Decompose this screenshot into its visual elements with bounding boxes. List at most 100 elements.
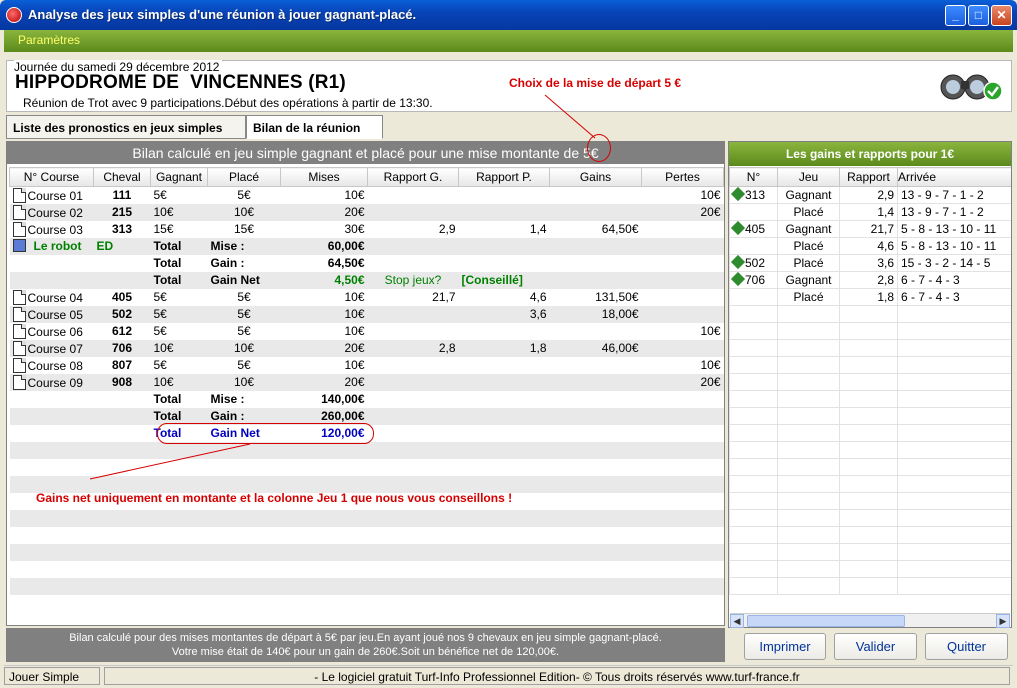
empty-cell [367,560,459,578]
bilan-row[interactable]: Course 01 111 5€ 5€ 10€ 10€ [9,186,724,204]
window-title: Analyse des jeux simples d'une réunion à… [28,7,417,22]
bilan-row[interactable]: Course 07 706 10€ 10€ 20€ 2,8 1,8 46,00€ [9,339,724,357]
total-label-cell: Total [150,390,208,408]
col-course[interactable]: N° Course [9,167,94,187]
col-rapport-g[interactable]: Rapport G. [367,167,459,187]
empty-cell [641,509,724,527]
total-value-cell: 60,00€ [280,237,368,255]
empty-cell [280,526,368,544]
close-button[interactable]: ✕ [991,5,1012,26]
num-cell [729,237,778,255]
bilan-panel: Bilan calculé en jeu simple gagnant et p… [6,141,725,626]
bilan-row[interactable]: Course 05 502 5€ 5€ 10€ 3,6 18,00€ [9,305,724,323]
empty-cell [93,560,151,578]
rapport-row[interactable]: 405 Gagnant 21,7 5 - 8 - 13 - 10 - 11 [729,220,1011,238]
empty-cell [549,407,642,425]
empty-cell [93,475,151,493]
place-cell: 5€ [207,356,281,374]
empty-cell [729,424,778,442]
col-cheval[interactable]: Cheval [93,167,151,187]
scroll-thumb[interactable] [747,615,905,627]
scroll-right-icon[interactable]: ▶ [996,614,1010,628]
empty-cell [549,509,642,527]
pertes-cell: 20€ [641,373,724,391]
empty-cell [839,373,898,391]
col-place[interactable]: Placé [207,167,281,187]
bilan-header-row: N° Course Cheval Gagnant Placé Mises Rap… [9,167,724,187]
empty-cell [897,407,1011,425]
empty-row [729,458,1011,476]
winner-icon [730,187,746,202]
col-rapport-p[interactable]: Rapport P. [458,167,550,187]
document-icon [12,306,26,322]
validate-button[interactable]: Valider [834,633,917,660]
col-gagnant[interactable]: Gagnant [150,167,208,187]
total-value-cell: 140,00€ [280,390,368,408]
rapport-cell: 2,9 [839,186,898,204]
bilan-grid[interactable]: N° Course Cheval Gagnant Placé Mises Rap… [9,167,724,612]
annotation-circle-total [157,423,374,444]
bilan-row[interactable]: Le robot ED Total Mise :60,00€ [9,237,724,255]
empty-cell [549,254,642,272]
horizontal-scrollbar[interactable]: ◀ ▶ [730,613,1010,628]
num-label: 405 [745,222,766,236]
col-mises[interactable]: Mises [280,167,368,187]
rapports-grid[interactable]: N° Jeu Rapport Arrivée 313 Gagnant 2,9 13 -… [729,167,1011,612]
rapport-row[interactable]: 313 Gagnant 2,9 13 - 9 - 7 - 1 - 2 [729,186,1011,204]
empty-cell [93,271,151,289]
rapport-row[interactable]: Placé 1,8 6 - 7 - 4 - 3 [729,288,1011,306]
col-jeu[interactable]: Jeu [777,167,840,187]
course-cell: Course 04 [9,288,94,306]
menu-bar: Paramètres [4,30,1013,52]
rapport-row[interactable]: Placé 1,4 13 - 9 - 7 - 1 - 2 [729,203,1011,221]
total-value-cell: 64,50€ [280,254,368,272]
empty-cell [549,441,642,459]
bilan-row[interactable]: Course 09 908 10€ 10€ 20€ 20€ [9,373,724,391]
col-num[interactable]: N° [729,167,778,187]
bilan-row[interactable]: Course 08 807 5€ 5€ 10€ 10€ [9,356,724,374]
empty-cell [777,373,840,391]
menu-parametres[interactable]: Paramètres [18,33,80,47]
col-gains[interactable]: Gains [549,167,642,187]
annotation-mise: Choix de la mise de départ 5 € [509,76,682,90]
col-rapport[interactable]: Rapport [839,167,898,187]
print-button[interactable]: Imprimer [744,633,826,660]
rapport-row[interactable]: Placé 4,6 5 - 8 - 13 - 10 - 11 [729,237,1011,255]
maximize-button[interactable]: □ [968,5,989,26]
scroll-left-icon[interactable]: ◀ [730,614,744,628]
rapport-p-cell [458,356,550,374]
rapport-row[interactable]: 706 Gagnant 2,8 6 - 7 - 4 - 3 [729,271,1011,289]
quit-button[interactable]: Quitter [925,633,1008,660]
empty-cell [150,577,208,595]
empty-cell [207,509,281,527]
tab-pronostics[interactable]: Liste des pronostics en jeux simples [6,115,246,139]
empty-cell [839,458,898,476]
bilan-row[interactable]: Course 02 215 10€ 10€ 20€ 20€ [9,203,724,221]
title-bar[interactable]: Analyse des jeux simples d'une réunion à… [0,0,1017,30]
robot-label: Le robot [33,239,82,253]
tab-bilan[interactable]: Bilan de la réunion [246,115,383,139]
total-label-cell: Total [150,407,208,425]
rapport-row[interactable]: 502 Placé 3,6 15 - 3 - 2 - 14 - 5 [729,254,1011,272]
col-pertes[interactable]: Pertes [641,167,724,187]
bilan-row[interactable]: Total Gain :64,50€ [9,254,724,272]
arrivee-cell: 13 - 9 - 7 - 1 - 2 [897,203,1011,221]
annotation-gains: Gains net uniquement en montante et la c… [36,491,513,505]
col-arrivee[interactable]: Arrivée [897,167,1011,187]
bilan-row[interactable]: Course 03 313 15€ 15€ 30€ 2,9 1,4 64,50€ [9,220,724,238]
bilan-row[interactable]: Course 04 405 5€ 5€ 10€ 21,7 4,6 131,50€ [9,288,724,306]
document-icon [12,323,26,339]
empty-cell [777,441,840,459]
minimize-button[interactable]: _ [945,5,966,26]
bilan-row[interactable]: Total Gain :260,00€ [9,407,724,425]
winner-icon [730,272,746,287]
mises-cell: 20€ [280,373,368,391]
empty-cell [9,594,94,612]
bilan-row[interactable]: Total Gain Net 4,50€ Stop jeux? [Conseillé] [9,271,724,289]
bilan-row[interactable]: Total Mise :140,00€ [9,390,724,408]
empty-cell [9,543,94,561]
course-label: Course 06 [27,324,83,339]
empty-cell [777,526,840,544]
arrivee-cell: 13 - 9 - 7 - 1 - 2 [897,186,1011,204]
bilan-row[interactable]: Course 06 612 5€ 5€ 10€ 10€ [9,322,724,340]
